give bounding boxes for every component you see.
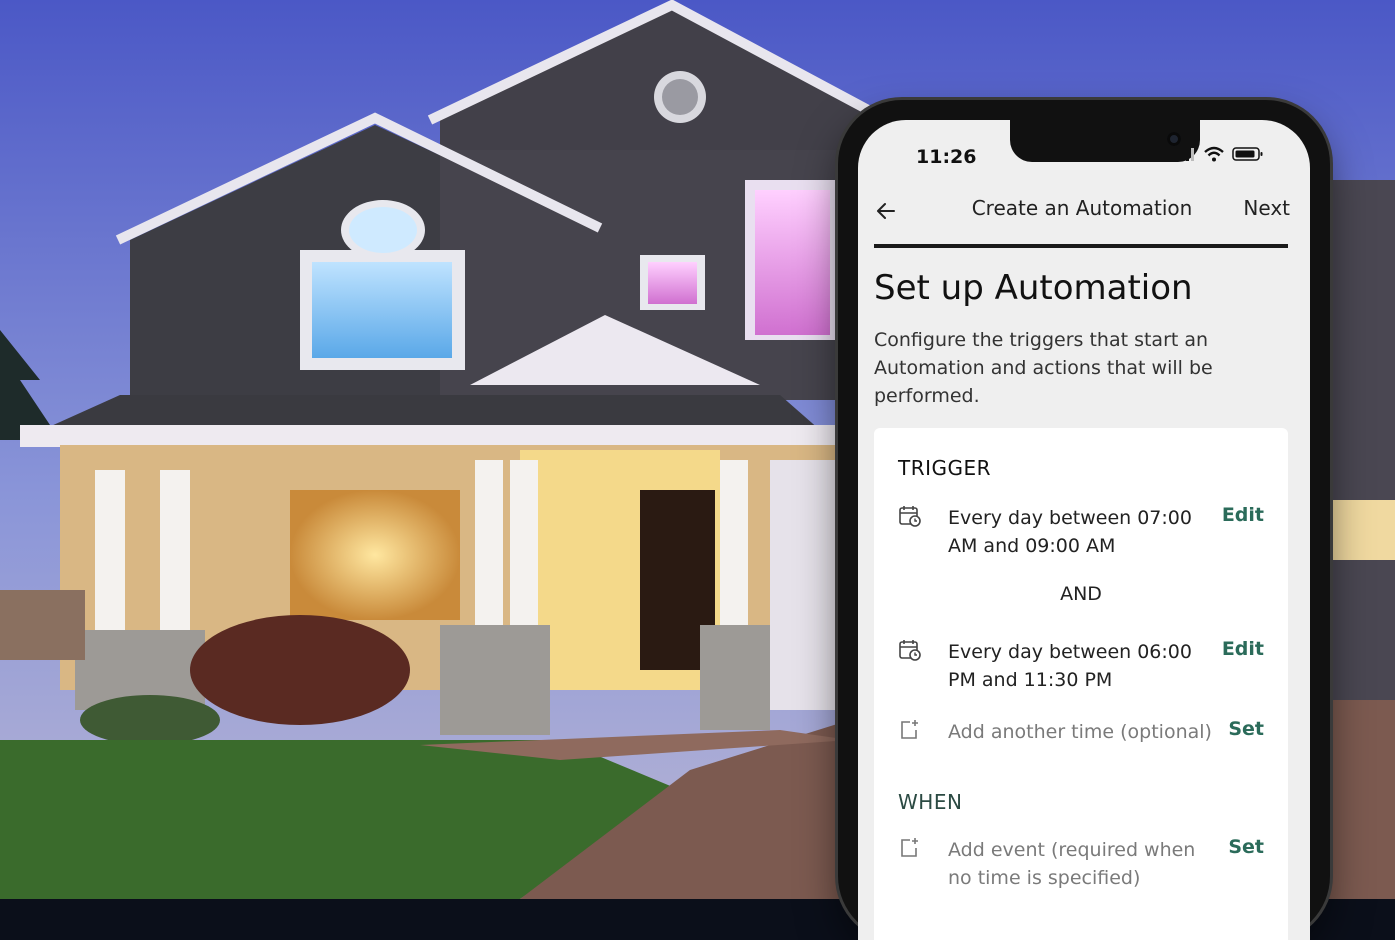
wifi-icon — [1204, 146, 1224, 162]
calendar-add-icon — [901, 720, 918, 739]
calendar-clock-icon — [899, 640, 921, 661]
edit-button[interactable]: Edit — [1222, 638, 1264, 660]
page-description: Configure the triggers that start an Aut… — [874, 329, 1213, 407]
signal-icon — [1176, 148, 1194, 161]
phone-screen: 11:26 Create an Automation Next Set up A… — [858, 120, 1310, 940]
calendar-add-icon — [901, 838, 918, 857]
battery-icon — [1232, 147, 1263, 161]
status-time: 11:26 — [916, 146, 977, 168]
set-button[interactable]: Set — [1228, 718, 1264, 740]
add-event-text: Add event (required when no time is spec… — [948, 839, 1196, 889]
progress-bar — [874, 244, 1288, 248]
set-button[interactable]: Set — [1228, 836, 1264, 858]
and-separator: AND — [1060, 583, 1102, 605]
front-camera — [1167, 132, 1181, 146]
top-nav-bar: Create an Automation Next — [874, 192, 1290, 242]
page-title: Set up Automation — [874, 268, 1193, 308]
phone-device: 11:26 Create an Automation Next Set up A… — [838, 100, 1330, 940]
automation-card: TRIGGER Every day between 07:00 AM and 0… — [874, 428, 1288, 940]
when-heading: WHEN — [898, 790, 963, 814]
trigger-heading: TRIGGER — [898, 456, 992, 480]
calendar-clock-icon — [899, 506, 921, 527]
trigger-text: Every day between 07:00 AM and 09:00 AM — [948, 507, 1192, 557]
edit-button[interactable]: Edit — [1222, 504, 1264, 526]
add-time-text: Add another time (optional) — [948, 721, 1212, 743]
nav-title: Create an Automation — [971, 196, 1193, 220]
trigger-text: Every day between 06:00 PM and 11:30 PM — [948, 641, 1192, 691]
next-button[interactable]: Next — [1243, 196, 1290, 220]
phone-notch — [1010, 120, 1200, 162]
status-icons — [1176, 146, 1264, 162]
